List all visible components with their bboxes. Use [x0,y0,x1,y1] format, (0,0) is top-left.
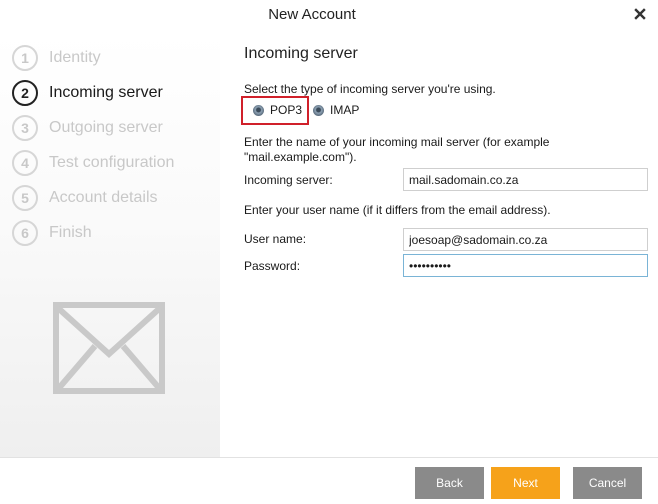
footer-divider [0,457,658,458]
step-number: 6 [12,220,38,246]
password-input[interactable] [403,254,648,277]
step-number: 3 [12,115,38,141]
username-prompt: Enter your user name (if it differs from… [244,203,551,217]
incoming-server-label: Incoming server: [244,173,333,187]
radio-imap-label: IMAP [330,103,360,117]
back-button[interactable]: Back [415,467,484,499]
step-label: Account details [49,189,158,206]
wizard-steps-sidebar: 1 Identity 2 Incoming server 3 Outgoing … [0,32,220,457]
radio-pop3-label: POP3 [270,103,303,117]
radio-pop3[interactable]: POP3 [253,100,302,120]
window-title: New Account [268,6,356,23]
step-number: 4 [12,150,38,176]
server-name-prompt-line2: "mail.example.com"). [244,150,357,164]
step-number: 5 [12,185,38,211]
incoming-server-input[interactable] [403,168,648,191]
username-input[interactable] [403,228,648,251]
step-test-configuration: 4 Test configuration [12,149,174,177]
server-name-prompt-line1: Enter the name of your incoming mail ser… [244,135,550,149]
title-bar: New Account [0,0,658,32]
server-type-prompt: Select the type of incoming server you'r… [244,82,496,96]
password-label: Password: [244,259,301,273]
step-label: Incoming server [49,84,163,101]
step-finish: 6 Finish [12,219,92,247]
username-label: User name: [244,232,307,246]
step-number: 2 [12,80,38,106]
radio-selected-icon [253,104,264,116]
step-label: Identity [49,49,101,66]
step-label: Outgoing server [49,119,163,136]
step-account-details: 5 Account details [12,184,158,212]
step-label: Test configuration [49,154,175,171]
next-button[interactable]: Next [491,467,560,499]
step-label: Finish [49,224,92,241]
step-incoming-server: 2 Incoming server [12,79,163,107]
incoming-server-panel: Incoming server Select the type of incom… [220,32,658,457]
cancel-button[interactable]: Cancel [573,467,642,499]
step-identity: 1 Identity [12,44,101,72]
step-number: 1 [12,45,38,71]
close-icon[interactable] [631,5,649,23]
radio-icon [313,104,324,116]
page-title: Incoming server [244,45,358,62]
radio-imap[interactable]: IMAP [313,100,359,120]
step-outgoing-server: 3 Outgoing server [12,114,163,142]
envelope-icon [53,302,165,394]
